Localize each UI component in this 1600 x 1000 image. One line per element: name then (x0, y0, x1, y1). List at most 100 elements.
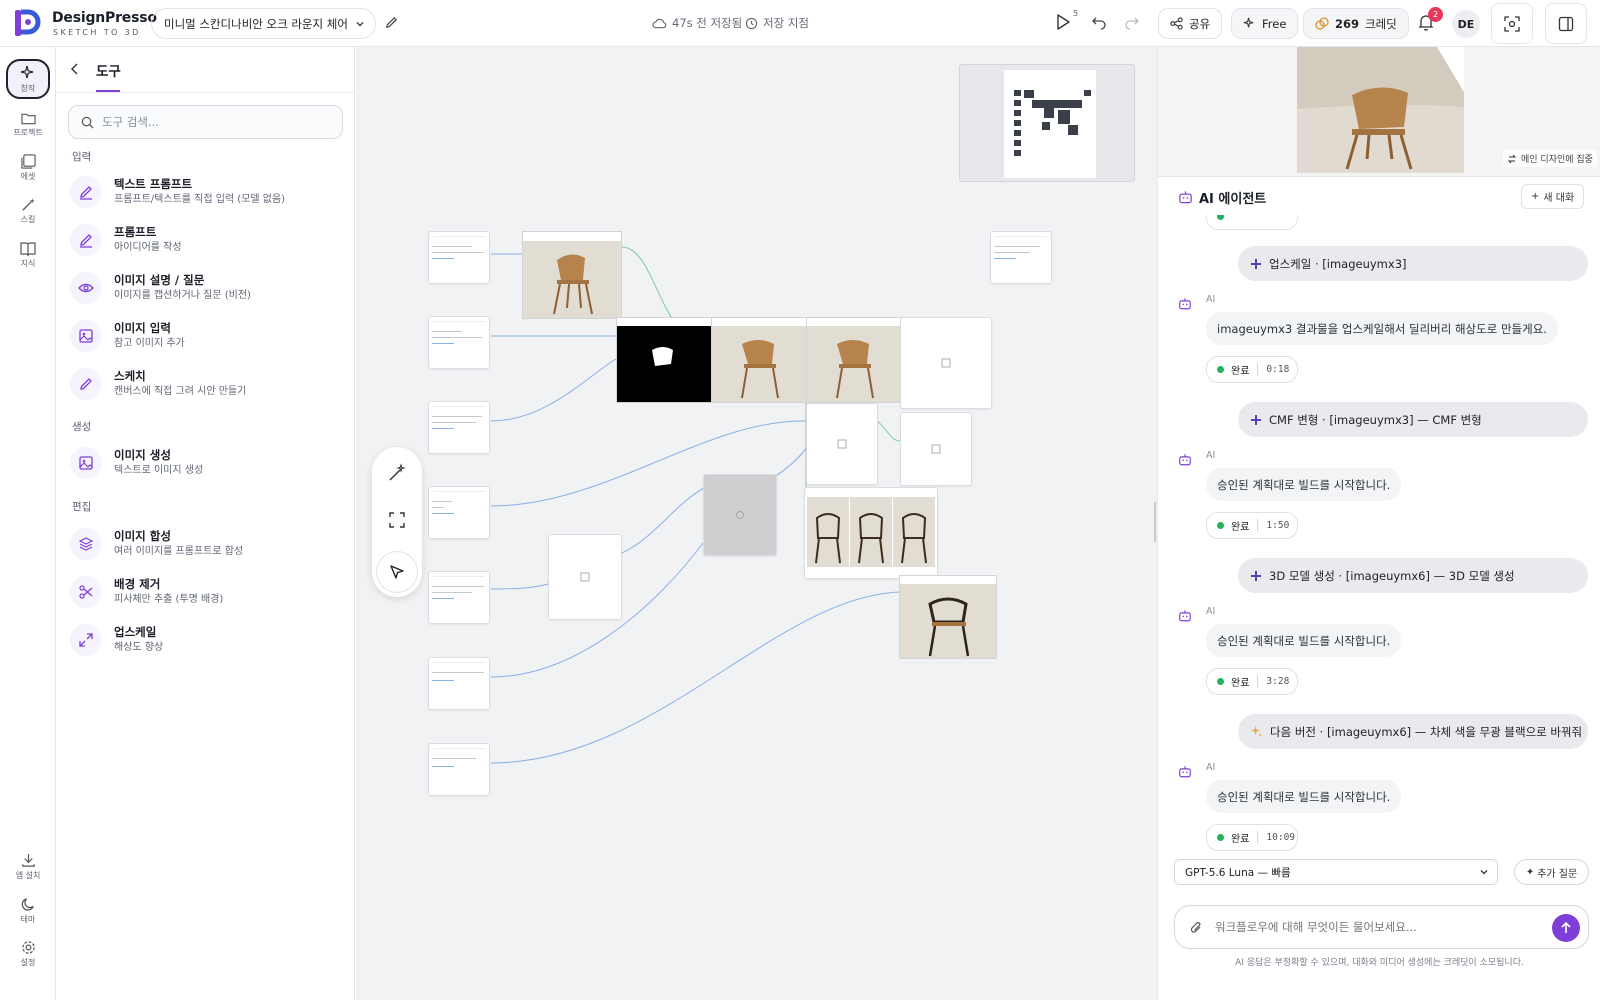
focus-view-button[interactable] (1491, 3, 1533, 44)
pointer-tool-button[interactable] (376, 551, 418, 593)
variation-images (807, 497, 935, 567)
rail-item-projects[interactable]: 프로젝트 (6, 105, 50, 145)
share-label: 공유 (1189, 16, 1211, 31)
sparkle-icon (20, 65, 36, 81)
new-chat-button[interactable]: + 새 대화 (1521, 184, 1585, 209)
status-text: 완료 (1231, 522, 1250, 533)
text-node[interactable] (428, 486, 490, 539)
image-node[interactable] (711, 317, 807, 403)
paperclip-icon[interactable] (1189, 920, 1203, 935)
workflow-canvas[interactable] (356, 47, 1157, 1000)
rail-label: 앱 설치 (15, 871, 41, 880)
node-line (432, 337, 482, 338)
tool-desc: 해상도 향상 (114, 642, 164, 653)
rail-item-settings[interactable]: 설정 (6, 934, 50, 974)
text-node[interactable] (428, 743, 490, 796)
rail-item-install[interactable]: 앱 설치 (6, 847, 50, 887)
more-question-button[interactable]: ✦ 추가 질문 (1514, 859, 1589, 885)
rail-item-theme[interactable]: 테마 (6, 891, 50, 931)
tool-prompt[interactable]: 프롬프트 아이디어를 작성 (70, 220, 340, 260)
focus-main-button[interactable]: 메인 디자인에 집중 (1503, 150, 1597, 167)
pen-icon (70, 224, 102, 256)
send-button[interactable] (1552, 914, 1580, 942)
minimap[interactable] (959, 64, 1135, 182)
share-button[interactable]: 공유 (1158, 8, 1223, 39)
magic-wand-icon[interactable] (387, 463, 407, 483)
arrows-icon (1507, 154, 1517, 164)
tool-title: 이미지 생성 (114, 448, 171, 462)
text-node[interactable] (428, 316, 490, 369)
image-node[interactable] (899, 575, 997, 659)
node-line (994, 252, 1030, 253)
tool-sketch[interactable]: 스케치캔버스에 직접 그려 시안 만들기 (70, 364, 340, 404)
chat-messages[interactable]: 업스케일 · [imageuymx3] AI imageuymx3 결과물을 업… (1158, 215, 1600, 905)
rail-item-knowledge[interactable]: 지식 (6, 235, 50, 275)
tool-title: 이미지 합성 (114, 529, 171, 543)
fit-view-icon[interactable] (388, 511, 406, 529)
chair-image (712, 318, 806, 402)
save-point-button[interactable]: 저장 지점 (745, 15, 809, 31)
tool-upscale[interactable]: 업스케일 해상도 향상 (70, 620, 340, 660)
empty-node[interactable] (900, 317, 992, 409)
tool-image-compose[interactable]: 이미지 합성 여러 이미지를 프롬프트로 합성 (70, 524, 340, 564)
run-count: 5 (1073, 9, 1079, 18)
rail-item-assets[interactable]: 에셋 (6, 148, 50, 188)
robot-icon (1178, 297, 1192, 310)
text-node[interactable] (428, 401, 490, 454)
download-icon (21, 853, 36, 868)
toggle-panel-button[interactable] (1545, 3, 1587, 44)
chevron-down-icon (355, 19, 365, 29)
plan-button[interactable]: Free (1231, 8, 1299, 39)
mask-node[interactable] (616, 317, 712, 403)
panel-resize-handle[interactable] (1154, 502, 1156, 542)
tool-image-input[interactable]: 이미지 입력 참고 이미지 추가 (70, 316, 340, 356)
designpresso-logo[interactable] (12, 8, 42, 38)
tool-search-input[interactable]: 도구 검색... (68, 105, 343, 139)
more-question-label: 추가 질문 (1537, 868, 1578, 880)
node-header (433, 576, 485, 577)
image-node[interactable] (806, 317, 902, 403)
edit-project-icon[interactable] (384, 15, 399, 30)
run-button[interactable] (1055, 13, 1071, 31)
tool-title: 스케치 (114, 369, 146, 383)
avatar[interactable]: DE (1452, 10, 1480, 38)
tool-text-prompt[interactable]: 텍스트 프롬프트 프롬프트/텍스트를 직접 입력 (모델 없음) (70, 172, 340, 212)
ai-message: 승인된 계획대로 빌드를 시작합니다. (1206, 468, 1402, 501)
section-generate-label: 생성 (72, 421, 92, 433)
model-select[interactable]: GPT-5.6 Luna — 빠름 (1174, 859, 1498, 885)
text-node[interactable] (428, 657, 490, 710)
back-icon[interactable] (70, 63, 80, 75)
text-node[interactable] (990, 231, 1052, 284)
main-design-image[interactable] (1297, 47, 1464, 173)
undo-button[interactable] (1091, 14, 1107, 30)
text-node[interactable] (428, 231, 490, 284)
status-text: 완료 (1231, 834, 1250, 845)
node-line (432, 672, 484, 673)
tools-title: 도구 (96, 64, 121, 80)
disclaimer: AI 응답은 부정확할 수 있으며, 대화와 미디어 생성에는 크레딧이 소모됩… (1235, 958, 1524, 968)
project-selector[interactable]: 미니멀 스칸디나비안 오크 라운지 체어 (151, 8, 376, 39)
credits-button[interactable]: 269 크레딧 (1303, 8, 1409, 39)
tool-remove-background[interactable]: 배경 제거 피사체만 추출 (투명 배경) (70, 572, 340, 612)
rail-item-create[interactable]: 창작 (6, 59, 50, 99)
text-node[interactable] (428, 571, 490, 624)
tool-image-generate[interactable]: 이미지 생성 텍스트로 이미지 생성 (70, 443, 340, 483)
empty-node[interactable] (548, 534, 622, 620)
image-node[interactable] (522, 231, 622, 319)
variations-node[interactable] (804, 487, 938, 579)
rail-item-skills[interactable]: 스킬 (6, 191, 50, 231)
eye-icon (70, 272, 102, 304)
divider (1257, 519, 1259, 532)
empty-node[interactable] (806, 403, 878, 485)
chat-input[interactable] (1215, 920, 1515, 934)
tool-desc: 캔버스에 직접 그려 시안 만들기 (114, 386, 247, 397)
tool-image-describe[interactable]: 이미지 설명 / 질문 이미지를 캡션하거나 질문 (비전) (70, 268, 340, 308)
processing-node[interactable] (703, 474, 777, 556)
redo-button[interactable] (1124, 14, 1140, 30)
rail-label: 프로젝트 (13, 128, 43, 137)
node-line (432, 592, 472, 593)
node-line (432, 507, 444, 508)
ai-message: 승인된 계획대로 빌드를 시작합니다. (1206, 780, 1402, 813)
empty-node[interactable] (900, 412, 972, 486)
status-chip: 완료 10:09 (1206, 824, 1298, 851)
